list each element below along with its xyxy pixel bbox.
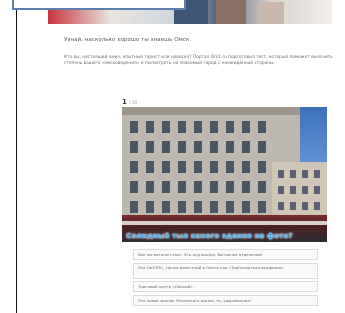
banner-figure bbox=[258, 2, 284, 24]
building-wing bbox=[272, 162, 327, 222]
article-headline: Узнай, насколько хорошо ты знаешь Омск. bbox=[64, 37, 192, 43]
question-caption: Солидный тыл какого здания на фото? bbox=[126, 231, 293, 240]
quiz-photo: Солидный тыл какого здания на фото? bbox=[122, 107, 327, 242]
train-stripe bbox=[122, 221, 327, 225]
overlay-window-frame bbox=[12, 0, 186, 10]
question-counter: 1 / 10 bbox=[122, 98, 137, 106]
article-intro: Кто вы, настоящий омич, опытный турист и… bbox=[64, 55, 333, 67]
page-left-border bbox=[16, 0, 17, 313]
answer-list: Вон же вагоны стоят. Это ж/д вокзал, баг… bbox=[133, 249, 318, 308]
answer-option-2[interactable]: Это ОмГУПС, также известный в Омске как … bbox=[133, 262, 318, 279]
answer-option-1[interactable]: Вон же вагоны стоят. Это ж/д вокзал, баг… bbox=[133, 249, 318, 260]
answer-option-4[interactable]: Это новое здание Леченского рынка, то, з… bbox=[133, 294, 318, 306]
question-number: 1 bbox=[122, 98, 127, 106]
banner-figure bbox=[216, 0, 246, 24]
answer-option-3[interactable]: Торговый центр «Омский». bbox=[133, 281, 318, 292]
building-roof bbox=[122, 107, 300, 115]
question-total: / 10 bbox=[129, 100, 138, 105]
